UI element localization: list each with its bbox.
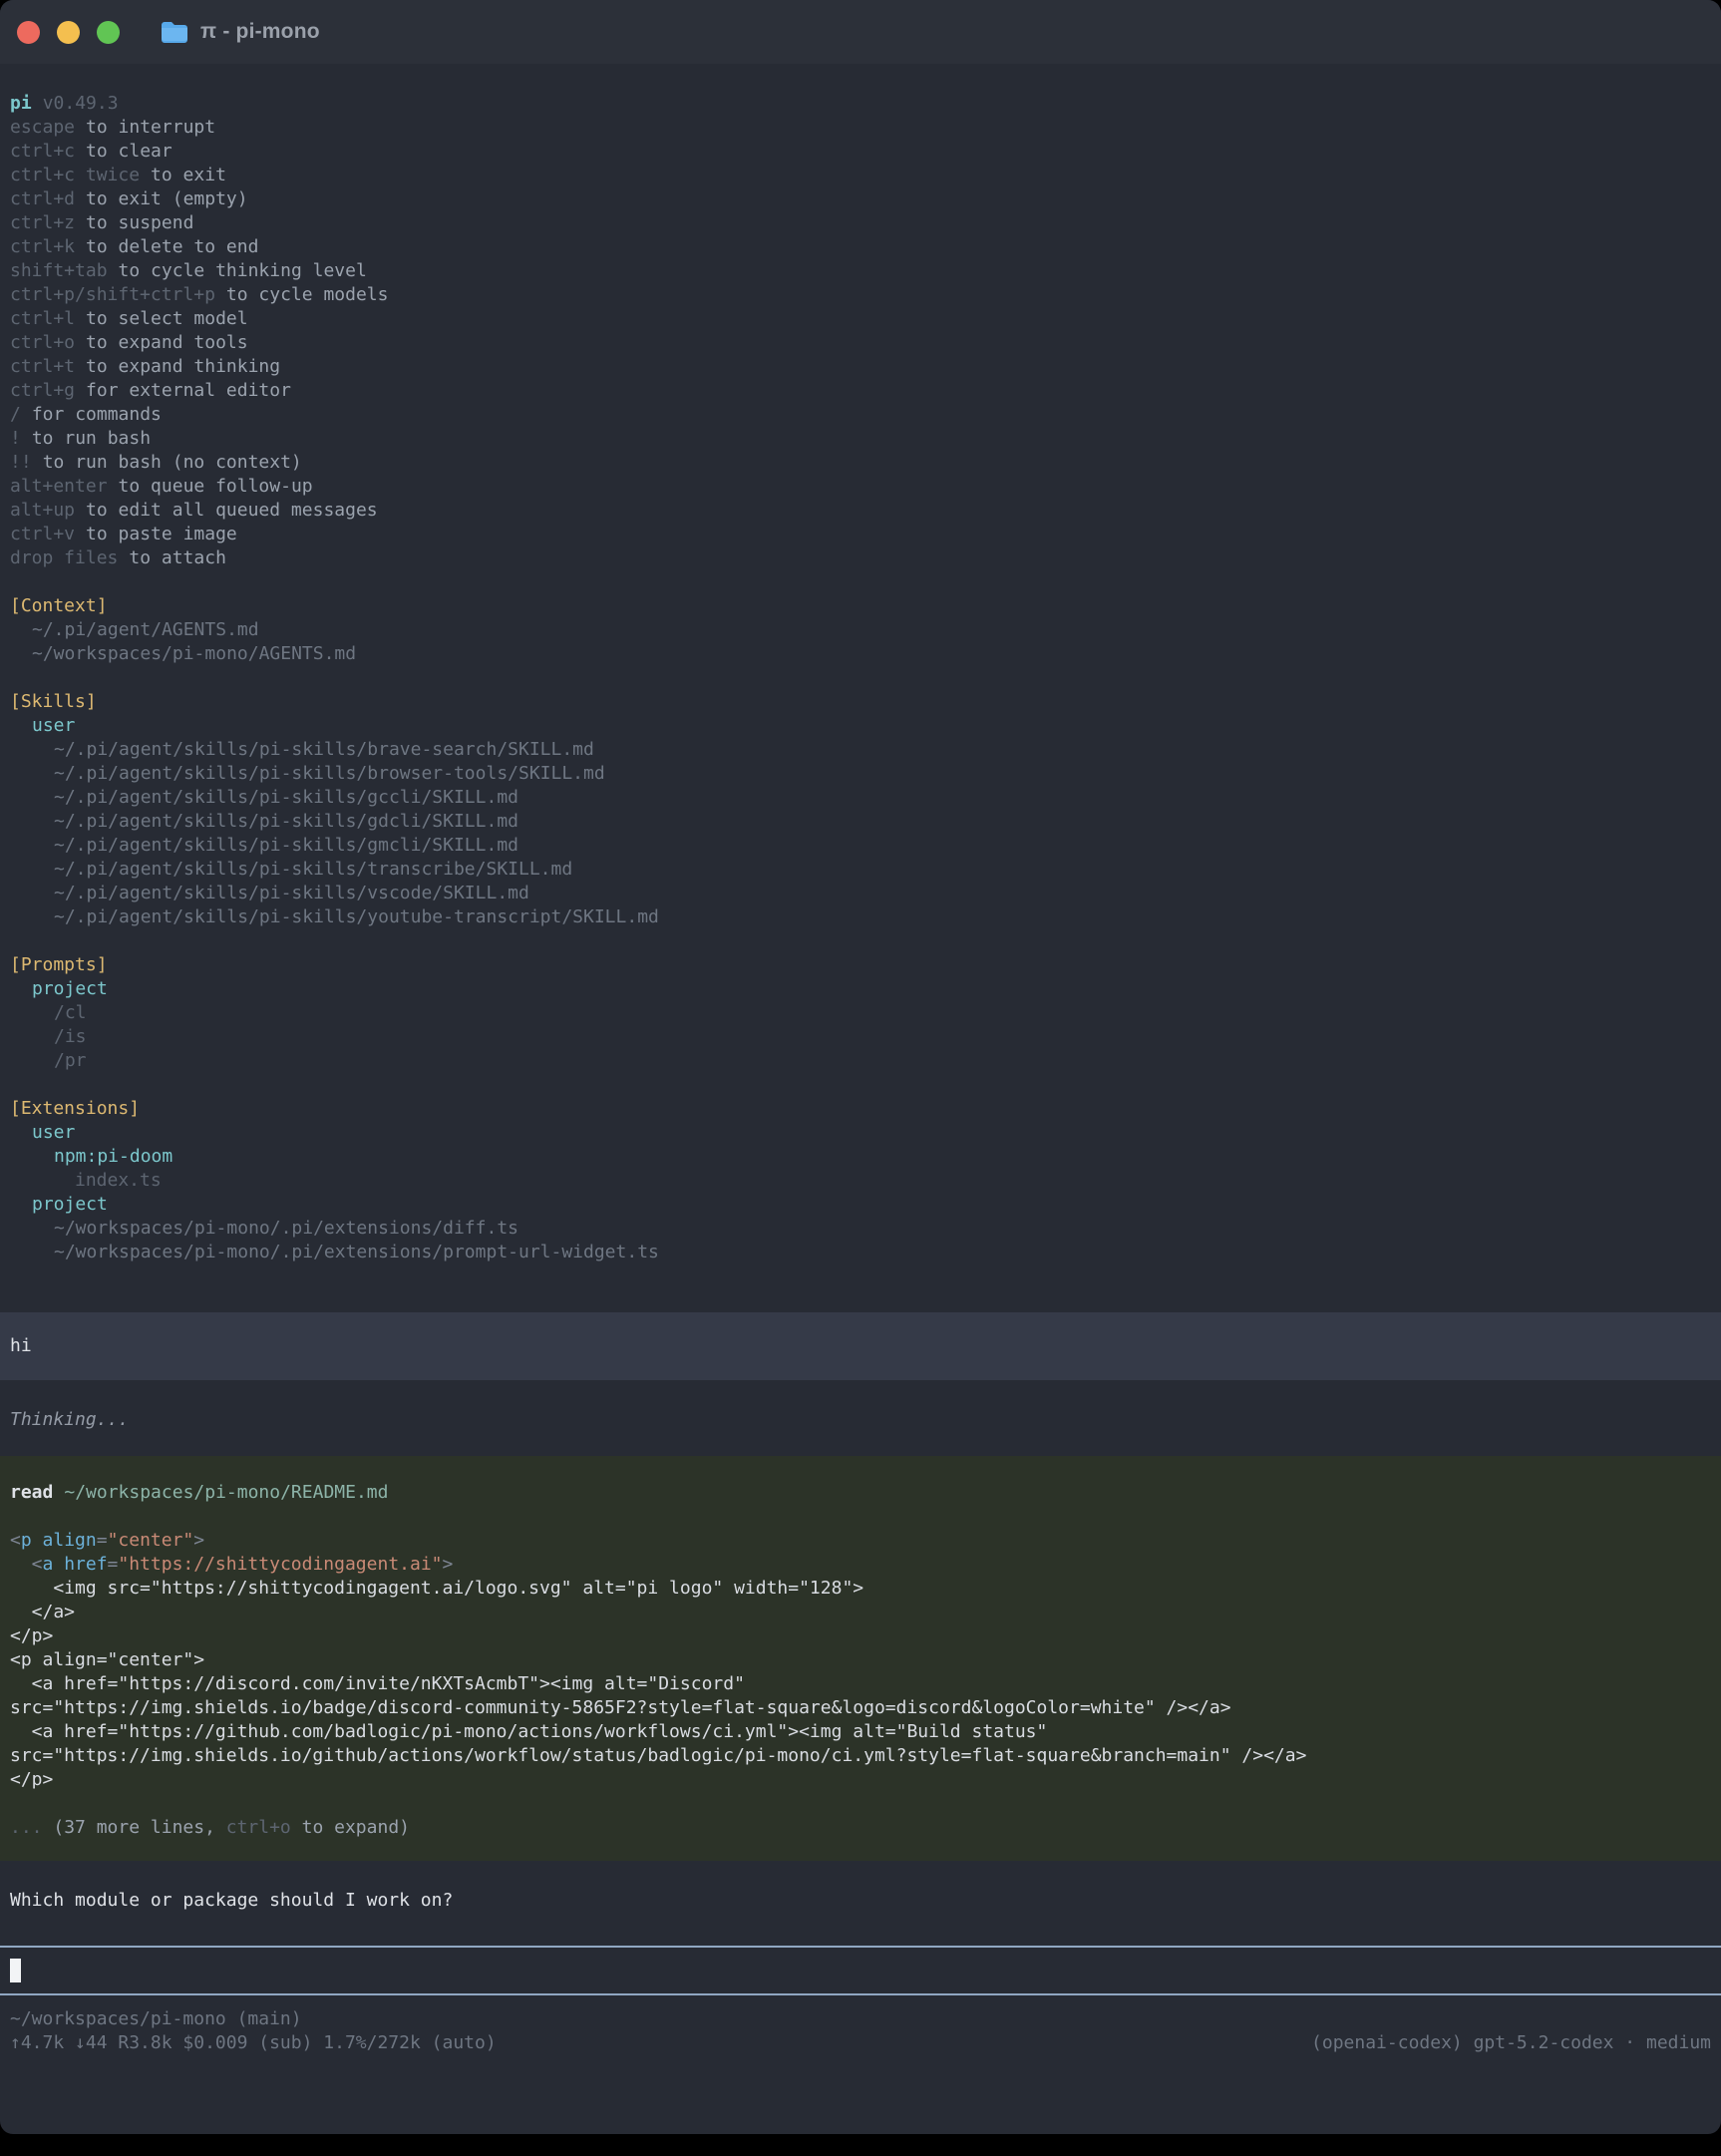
shortcut-row: !!to run bash (no context): [0, 451, 1721, 475]
tool-arg: ~/workspaces/pi-mono/README.md: [64, 1482, 388, 1503]
status-bar: ~/workspaces/pi-mono (main) ↑4.7k ↓44 R3…: [0, 2007, 1721, 2055]
token-stats: ↑4.7k ↓44 R3.8k $0.009 (sub) 1.7%/272k (…: [10, 2031, 497, 2055]
code-line: </p>: [0, 1768, 1721, 1792]
assistant-message: Which module or package should I work on…: [0, 1889, 1721, 1913]
shortcut-row: ctrl+oto expand tools: [0, 331, 1721, 355]
skills-scope: user: [0, 714, 1721, 738]
shortcut-row: !to run bash: [0, 427, 1721, 451]
tool-call-header: read ~/workspaces/pi-mono/README.md: [0, 1481, 1721, 1505]
shortcut-row: ctrl+cto clear: [0, 140, 1721, 164]
prompt-command: /is: [0, 1025, 1721, 1049]
truncation-notice: ... (37 more lines, ctrl+o to expand): [0, 1816, 1721, 1840]
skill-path: ~/.pi/agent/skills/pi-skills/browser-too…: [0, 762, 1721, 786]
skill-path: ~/.pi/agent/skills/pi-skills/gdcli/SKILL…: [0, 810, 1721, 834]
text-cursor: [10, 1959, 21, 1982]
shortcut-row: ctrl+gfor external editor: [0, 379, 1721, 403]
skill-path: ~/.pi/agent/skills/pi-skills/gmcli/SKILL…: [0, 834, 1721, 858]
thinking-indicator: Thinking...: [0, 1408, 1721, 1432]
context-path: ~/.pi/agent/AGENTS.md: [0, 618, 1721, 642]
code-line: <p align="center">: [0, 1648, 1721, 1672]
model-indicator: (openai-codex) gpt-5.2-codex · medium: [1311, 2031, 1711, 2055]
shortcut-row: ctrl+c twiceto exit: [0, 164, 1721, 187]
terminal-window: π - pi-mono pi v0.49.3 escapeto interrupt…: [0, 0, 1721, 2134]
app-version: v0.49.3: [43, 93, 119, 114]
extensions-project-scope: project: [0, 1193, 1721, 1217]
close-button[interactable]: [17, 21, 40, 44]
extension-path: ~/workspaces/pi-mono/.pi/extensions/diff…: [0, 1217, 1721, 1241]
terminal-content: pi v0.49.3 escapeto interrupt ctrl+cto cl…: [0, 64, 1721, 2055]
code-line: </p>: [0, 1624, 1721, 1648]
shortcut-row: ctrl+dto exit (empty): [0, 187, 1721, 211]
shortcut-row: ctrl+kto delete to end: [0, 235, 1721, 259]
prompt-input[interactable]: [0, 1946, 1721, 1995]
skill-path: ~/.pi/agent/skills/pi-skills/transcribe/…: [0, 858, 1721, 882]
code-line: <a href="https://discord.com/invite/nKXT…: [0, 1672, 1721, 1696]
folder-icon: [161, 21, 188, 44]
user-message: hi: [0, 1312, 1721, 1380]
code-line: <p align="center">: [0, 1529, 1721, 1553]
prompts-header: [Prompts]: [0, 953, 1721, 977]
code-line: <a href="https://github.com/badlogic/pi-…: [0, 1720, 1721, 1744]
extension-npm-entry: index.ts: [0, 1169, 1721, 1193]
prompts-scope: project: [0, 977, 1721, 1001]
window-title: π - pi-mono: [200, 20, 320, 44]
context-header: [Context]: [0, 594, 1721, 618]
extensions-header: [Extensions]: [0, 1097, 1721, 1121]
code-line: src="https://img.shields.io/badge/discor…: [0, 1696, 1721, 1720]
context-path: ~/workspaces/pi-mono/AGENTS.md: [0, 642, 1721, 666]
skill-path: ~/.pi/agent/skills/pi-skills/youtube-tra…: [0, 905, 1721, 929]
shortcut-row: shift+tabto cycle thinking level: [0, 259, 1721, 283]
tool-name: read: [10, 1482, 53, 1503]
shortcut-row: alt+enterto queue follow-up: [0, 475, 1721, 499]
shortcut-row: ctrl+vto paste image: [0, 523, 1721, 546]
prompt-command: /cl: [0, 1001, 1721, 1025]
version-line: pi v0.49.3: [0, 92, 1721, 116]
skills-header: [Skills]: [0, 690, 1721, 714]
app-name: pi: [10, 93, 32, 114]
minimize-button[interactable]: [57, 21, 80, 44]
extension-path: ~/workspaces/pi-mono/.pi/extensions/prom…: [0, 1241, 1721, 1264]
shortcut-row: alt+upto edit all queued messages: [0, 499, 1721, 523]
shortcut-row: ctrl+lto select model: [0, 307, 1721, 331]
shortcut-row: drop filesto attach: [0, 546, 1721, 570]
code-line: src="https://img.shields.io/github/actio…: [0, 1744, 1721, 1768]
extension-npm-package: npm:pi-doom: [0, 1145, 1721, 1169]
shortcut-row: /for commands: [0, 403, 1721, 427]
zoom-button[interactable]: [97, 21, 120, 44]
prompt-command: /pr: [0, 1049, 1721, 1073]
code-line: <a href="https://shittycodingagent.ai">: [0, 1553, 1721, 1577]
code-line: </a>: [0, 1601, 1721, 1624]
shortcut-row: ctrl+tto expand thinking: [0, 355, 1721, 379]
skill-path: ~/.pi/agent/skills/pi-skills/brave-searc…: [0, 738, 1721, 762]
titlebar: π - pi-mono: [0, 0, 1721, 64]
skill-path: ~/.pi/agent/skills/pi-skills/vscode/SKIL…: [0, 882, 1721, 905]
shortcut-row: ctrl+zto suspend: [0, 211, 1721, 235]
tool-call-block: read ~/workspaces/pi-mono/README.md <p al…: [0, 1456, 1721, 1861]
cwd-branch: ~/workspaces/pi-mono (main): [10, 2007, 302, 2031]
shortcut-row: ctrl+p/shift+ctrl+pto cycle models: [0, 283, 1721, 307]
extensions-user-scope: user: [0, 1121, 1721, 1145]
skill-path: ~/.pi/agent/skills/pi-skills/gccli/SKILL…: [0, 786, 1721, 810]
code-line: <img src="https://shittycodingagent.ai/l…: [0, 1577, 1721, 1601]
shortcut-row: escapeto interrupt: [0, 116, 1721, 140]
